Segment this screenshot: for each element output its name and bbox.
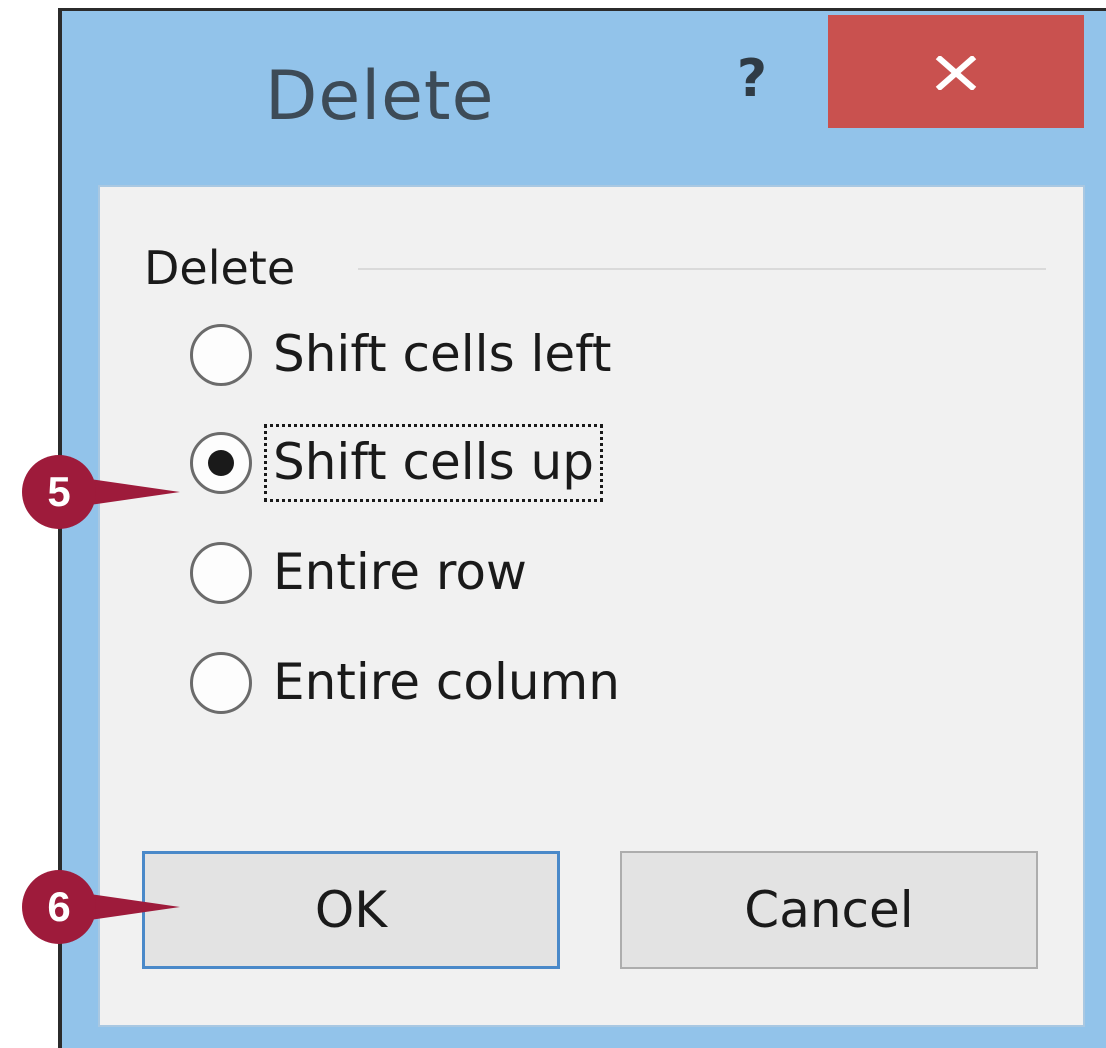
ok-button[interactable]: OK xyxy=(142,851,560,969)
radio-entire-column[interactable]: Entire column xyxy=(190,645,629,721)
radio-label-focused: Shift cells up xyxy=(264,424,603,502)
delete-dialog: Delete ? Delete Shift cells left Shift c… xyxy=(58,8,1106,1048)
callout-badge: 6 xyxy=(22,870,96,944)
radio-shift-cells-left[interactable]: Shift cells left xyxy=(190,317,621,393)
radio-button[interactable] xyxy=(190,324,252,386)
radio-label: Entire row xyxy=(273,543,527,601)
dialog-title: Delete xyxy=(265,57,495,136)
radio-label: Entire column xyxy=(273,653,620,711)
dialog-body: Delete Shift cells left Shift cells up E… xyxy=(98,185,1085,1027)
radio-button[interactable] xyxy=(190,542,252,604)
callout-step-6: 6 xyxy=(22,870,192,944)
radio-button[interactable] xyxy=(190,652,252,714)
radio-entire-row[interactable]: Entire row xyxy=(190,535,536,611)
radio-button-selected[interactable] xyxy=(190,432,252,494)
radio-shift-cells-up[interactable]: Shift cells up xyxy=(190,424,603,502)
radio-label: Shift cells left xyxy=(273,325,612,383)
group-divider xyxy=(358,268,1046,270)
close-button[interactable] xyxy=(828,15,1084,128)
callout-badge: 5 xyxy=(22,455,96,529)
close-icon xyxy=(935,56,977,90)
callout-step-5: 5 xyxy=(22,455,192,529)
cancel-button[interactable]: Cancel xyxy=(620,851,1038,969)
help-button[interactable]: ? xyxy=(730,45,774,113)
group-label: Delete xyxy=(144,241,296,295)
screen: Delete ? Delete Shift cells left Shift c… xyxy=(0,0,1106,1048)
